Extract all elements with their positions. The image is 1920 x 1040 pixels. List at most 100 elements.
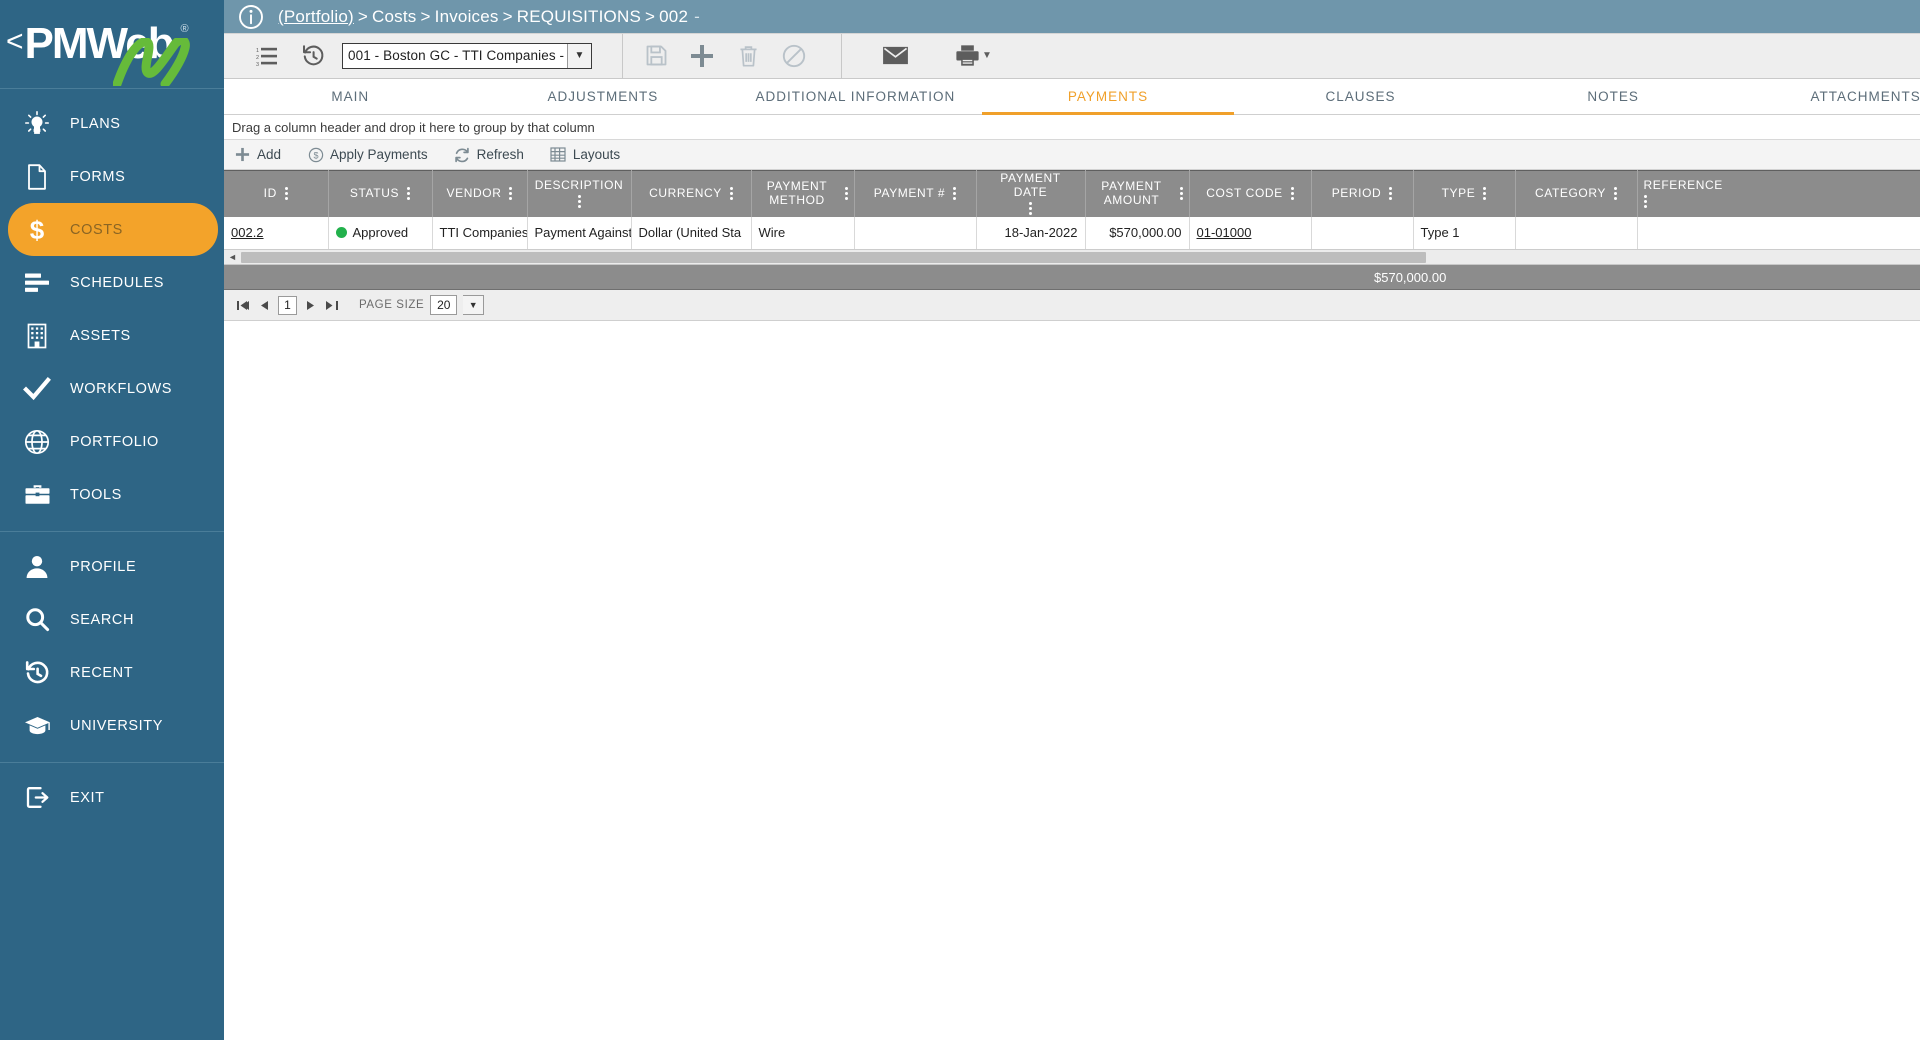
numbered-list-icon[interactable]: 1 2 3	[244, 33, 290, 79]
trash-icon[interactable]	[725, 33, 771, 79]
refresh-label: Refresh	[476, 147, 524, 162]
svg-text:1: 1	[256, 48, 259, 54]
column-menu-icon[interactable]	[844, 187, 848, 201]
cell-cost-code[interactable]: 01-01000	[1189, 216, 1312, 250]
page-size-caret-icon[interactable]: ▼	[463, 295, 485, 315]
column-menu-icon[interactable]	[509, 187, 513, 201]
sidebar-item-costs[interactable]: $ COSTS	[8, 203, 218, 256]
sidebar-collapse-chevron-icon[interactable]: <	[6, 27, 24, 57]
sidebar-item-exit[interactable]: EXIT	[0, 771, 224, 824]
breadcrumb-link-portfolio[interactable]: (Portfolio)	[278, 7, 354, 26]
column-menu-icon[interactable]	[1643, 195, 1647, 209]
sidebar-item-portfolio[interactable]: PORTFOLIO	[0, 415, 224, 468]
sidebar-item-label: WORKFLOWS	[70, 380, 173, 397]
column-header-id[interactable]: ID	[224, 170, 329, 217]
column-menu-icon[interactable]	[284, 187, 288, 201]
column-label: PERIOD	[1331, 185, 1382, 200]
column-header-payment-amount[interactable]: PAYMENT AMOUNT	[1085, 170, 1190, 217]
tab-main[interactable]: MAIN	[224, 79, 477, 114]
breadcrumb-segment-requisitions[interactable]: REQUISITIONS	[517, 7, 641, 26]
save-icon[interactable]	[633, 33, 679, 79]
print-options-caret-icon[interactable]: ▼	[982, 50, 998, 61]
sidebar-item-plans[interactable]: PLANS	[0, 97, 224, 150]
toolbar-top-rule	[224, 33, 1920, 34]
layouts-button[interactable]: Layouts	[550, 146, 620, 163]
prev-page-icon[interactable]	[257, 298, 272, 313]
cell-id[interactable]: 002.2	[224, 216, 329, 250]
sidebar-item-university[interactable]: UNIVERSITY	[0, 699, 224, 752]
column-header-payment-number[interactable]: PAYMENT #	[854, 170, 977, 217]
column-menu-icon[interactable]	[407, 187, 411, 201]
tab-additional-information[interactable]: ADDITIONAL INFORMATION	[729, 79, 982, 114]
group-by-dropzone[interactable]: Drag a column header and drop it here to…	[224, 115, 1920, 140]
sidebar-item-label: PORTFOLIO	[70, 433, 159, 450]
column-header-payment-method[interactable]: PAYMENT METHOD	[751, 170, 855, 217]
sidebar-item-recent[interactable]: RECENT	[0, 646, 224, 699]
tab-adjustments[interactable]: ADJUSTMENTS	[477, 79, 730, 114]
breadcrumb-segment-invoices[interactable]: Invoices	[435, 7, 499, 26]
column-header-description[interactable]: DESCRIPTION	[527, 170, 632, 217]
column-menu-icon[interactable]	[729, 187, 733, 201]
column-header-cost-code[interactable]: COST CODE	[1189, 170, 1312, 217]
sidebar-item-assets[interactable]: ASSETS	[0, 309, 224, 362]
chevron-down-icon[interactable]: ▼	[567, 43, 591, 68]
table-row[interactable]: 002.2 Approved TTI Companies Payment Aga…	[224, 216, 1920, 250]
cost-code-link[interactable]: 01-01000	[1197, 225, 1252, 240]
tab-attachments[interactable]: ATTACHMENTS	[1739, 79, 1920, 114]
next-page-icon[interactable]	[303, 298, 318, 313]
column-header-status[interactable]: STATUS	[328, 170, 433, 217]
tab-notes[interactable]: NOTES	[1487, 79, 1740, 114]
column-header-reference[interactable]: REFERENCE	[1637, 170, 1920, 217]
column-header-period[interactable]: PERIOD	[1311, 170, 1414, 217]
last-page-icon[interactable]	[324, 298, 339, 313]
apply-payments-button[interactable]: $ Apply Payments	[307, 146, 428, 163]
column-label: TYPE	[1441, 185, 1476, 200]
page-size-value[interactable]: 20	[430, 295, 458, 315]
column-menu-icon[interactable]	[1614, 187, 1618, 201]
column-header-category[interactable]: CATEGORY	[1515, 170, 1638, 217]
scrollbar-thumb[interactable]	[241, 251, 1426, 263]
sidebar-item-workflows[interactable]: WORKFLOWS	[0, 362, 224, 415]
sidebar-item-forms[interactable]: FORMS	[0, 150, 224, 203]
column-menu-icon[interactable]	[577, 195, 581, 209]
project-select[interactable]: 001 - Boston GC - TTI Companies - ( ▼	[342, 42, 592, 69]
breadcrumb-segment-costs[interactable]: Costs	[372, 7, 416, 26]
column-header-currency[interactable]: CURRENCY	[631, 170, 752, 217]
no-entry-icon[interactable]	[771, 33, 817, 79]
cell-period	[1311, 216, 1414, 250]
grid-pager: 1 PAGE SIZE 20 ▼	[224, 290, 1920, 321]
column-header-payment-date[interactable]: PAYMENT DATE	[976, 170, 1086, 217]
first-page-icon[interactable]	[236, 298, 251, 313]
column-header-type[interactable]: TYPE	[1413, 170, 1516, 217]
logo-pm-text: PM	[24, 19, 89, 68]
tab-payments[interactable]: PAYMENTS	[981, 79, 1235, 115]
breadcrumb-separator: >	[502, 6, 513, 26]
column-menu-icon[interactable]	[1179, 187, 1183, 201]
sidebar-item-schedules[interactable]: SCHEDULES	[0, 256, 224, 309]
grid-horizontal-scrollbar[interactable]: ◄ ►	[224, 250, 1920, 265]
sidebar-item-search[interactable]: SEARCH	[0, 593, 224, 646]
pmweb-logo[interactable]: < PMWeb ®	[0, 0, 224, 88]
row-id-link[interactable]: 002.2	[231, 225, 264, 240]
plus-icon[interactable]	[679, 33, 725, 79]
page-number[interactable]: 1	[278, 295, 297, 315]
envelope-icon[interactable]	[872, 33, 918, 79]
refresh-button[interactable]: Refresh	[454, 146, 524, 163]
history-icon[interactable]	[290, 33, 336, 79]
sidebar-item-profile[interactable]: PROFILE	[0, 540, 224, 593]
column-menu-icon[interactable]	[1029, 202, 1032, 216]
column-menu-icon[interactable]	[1290, 187, 1294, 201]
add-button[interactable]: Add	[234, 146, 281, 163]
scroll-left-arrow-icon[interactable]: ◄	[224, 250, 241, 265]
scrollbar-track[interactable]	[241, 250, 1920, 265]
tab-clauses[interactable]: CLAUSES	[1234, 79, 1487, 114]
column-header-vendor[interactable]: VENDOR	[432, 170, 528, 217]
column-menu-icon[interactable]	[1483, 187, 1487, 201]
breadcrumb-bar: (Portfolio) > Costs > Invoices > REQUISITIONS >…	[224, 0, 1920, 33]
sidebar-item-tools[interactable]: TOOLS	[0, 468, 224, 521]
column-label: DESCRIPTION	[534, 178, 624, 193]
column-menu-icon[interactable]	[953, 187, 957, 201]
column-menu-icon[interactable]	[1389, 187, 1393, 201]
main-content: (Portfolio) > Costs > Invoices > REQUISITIONS >…	[224, 0, 1920, 1040]
info-circle-icon[interactable]	[238, 4, 264, 30]
